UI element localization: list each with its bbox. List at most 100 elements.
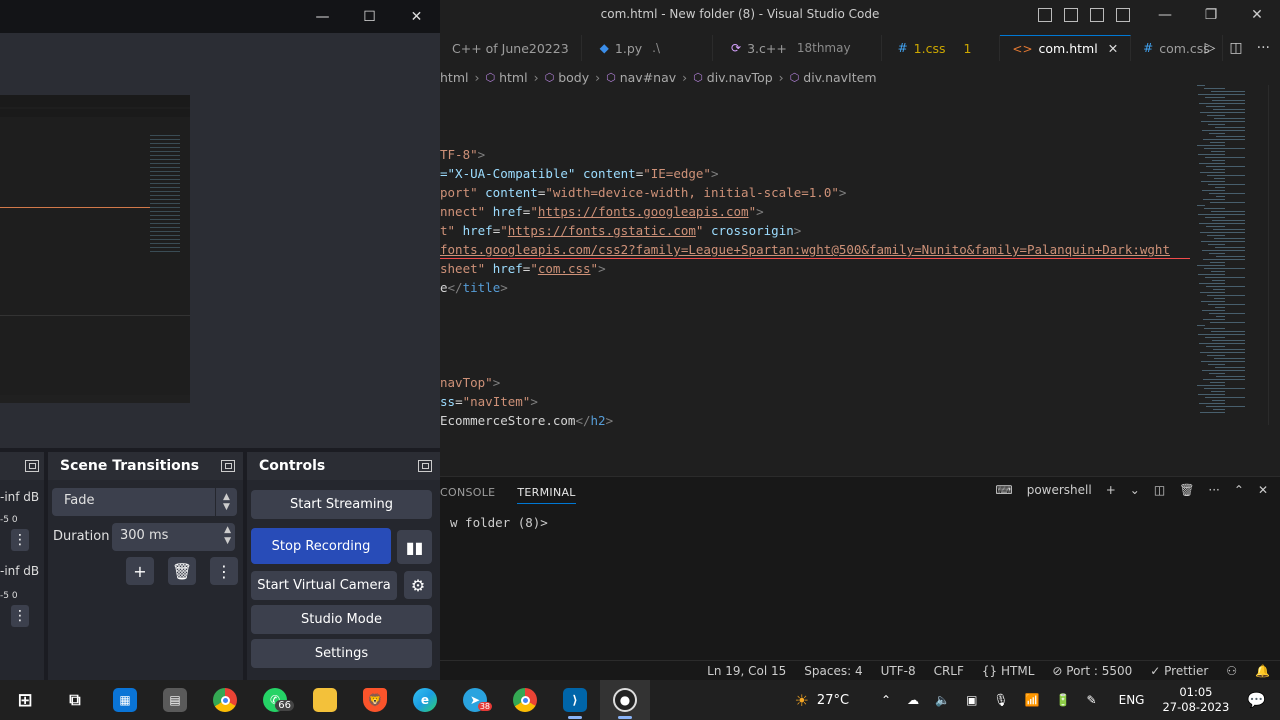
breadcrumb-item[interactable]: div.navTop <box>707 70 773 85</box>
breadcrumb-item[interactable]: html <box>499 70 527 85</box>
notifications-icon[interactable]: 🔔 <box>1255 664 1270 678</box>
more-icon[interactable]: ··· <box>1208 483 1219 497</box>
screen-icon[interactable]: ▣ <box>966 693 977 707</box>
studio-mode-button[interactable]: Studio Mode <box>251 605 432 634</box>
maximize-icon[interactable]: ☐ <box>346 0 393 33</box>
cursor-position[interactable]: Ln 19, Col 15 <box>707 664 786 678</box>
virtual-camera-settings-button[interactable]: ⚙ <box>404 571 432 599</box>
chevron-down-icon[interactable]: ⌄ <box>1130 483 1140 497</box>
chrome-profile-app[interactable] <box>500 680 550 720</box>
tab-terminal[interactable]: TERMINAL <box>517 486 576 504</box>
brave-app[interactable]: 🦁 <box>350 680 400 720</box>
line-ending[interactable]: CRLF <box>934 664 964 678</box>
toggle-sidebar-icon[interactable] <box>1038 8 1052 22</box>
breadcrumb-item[interactable]: html <box>440 70 468 85</box>
code-line[interactable]: e</title> <box>440 278 1190 297</box>
add-transition-button[interactable]: + <box>126 557 154 585</box>
wifi-icon[interactable]: 📶 <box>1025 693 1040 707</box>
pause-recording-button[interactable]: ▮▮ <box>397 530 432 564</box>
indentation[interactable]: Spaces: 4 <box>804 664 862 678</box>
language-indicator[interactable]: ENG <box>1119 693 1145 707</box>
start-streaming-button[interactable]: Start Streaming <box>251 490 432 519</box>
code-line[interactable] <box>440 316 1190 335</box>
restore-icon[interactable]: ❐ <box>1188 0 1234 30</box>
volume-icon[interactable]: 🔈 <box>935 693 950 707</box>
code-line[interactable]: EcommerceStore.com</h2> <box>440 411 1190 430</box>
close-tab-icon[interactable]: ✕ <box>1108 41 1118 56</box>
code-line[interactable]: nnect" href="https://fonts.googleapis.co… <box>440 202 1190 221</box>
undock-icon[interactable] <box>221 460 235 472</box>
new-terminal-icon[interactable]: + <box>1106 483 1116 497</box>
chrome-app[interactable] <box>200 680 250 720</box>
code-line[interactable]: TF-8"> <box>440 145 1190 164</box>
chevron-up-icon[interactable]: ⌃ <box>881 693 891 707</box>
breadcrumb-item[interactable]: div.navItem <box>803 70 876 85</box>
close-icon[interactable]: ✕ <box>393 0 440 33</box>
tab-1-py[interactable]: ◆ 1.py .\ <box>582 35 714 61</box>
run-icon[interactable]: ▷ <box>1205 40 1216 56</box>
microphone-icon[interactable]: 🎙 <box>993 693 1008 707</box>
accounts-icon[interactable]: ⚇ <box>1226 664 1237 678</box>
terminal-prompt[interactable]: w folder (8)> <box>450 515 548 530</box>
code-line[interactable]: fonts.googleapis.com/css2?family=League+… <box>440 240 1190 259</box>
start-button[interactable]: ⊞ <box>0 680 50 720</box>
code-line[interactable] <box>440 335 1190 354</box>
notifications-icon[interactable]: 💬 <box>1247 691 1266 709</box>
vscode-app[interactable]: ⟩ <box>550 680 600 720</box>
microsoft-store-app[interactable]: ▦ <box>100 680 150 720</box>
battery-icon[interactable]: 🔋 <box>1056 693 1071 707</box>
code-line[interactable]: ss="navItem"> <box>440 392 1190 411</box>
close-panel-icon[interactable]: ✕ <box>1258 483 1268 497</box>
undock-icon[interactable] <box>418 460 432 472</box>
calculator-app[interactable]: ▤ <box>150 680 200 720</box>
close-icon[interactable]: ✕ <box>1234 0 1280 30</box>
breadcrumb-item[interactable]: body <box>558 70 589 85</box>
tab-com-html[interactable]: <> com.html ✕ <box>1000 35 1132 61</box>
obs-preview[interactable] <box>0 33 440 426</box>
transition-select[interactable]: Fade ▲ ▼ <box>52 488 237 516</box>
weather-temp[interactable]: 27°C <box>817 693 849 708</box>
tab-console[interactable]: CONSOLE <box>440 486 495 504</box>
code-line[interactable] <box>440 297 1190 316</box>
prettier-status[interactable]: ✓ Prettier <box>1150 664 1208 678</box>
live-server-port[interactable]: ⊘ Port : 5500 <box>1052 664 1132 678</box>
audio-1-menu-button[interactable]: ⋮ <box>11 529 29 551</box>
code-editor[interactable]: TF-8"> ="X-UA-Compatible" content="IE=edg… <box>440 145 1190 430</box>
settings-button[interactable]: Settings <box>251 639 432 668</box>
audio-2-menu-button[interactable]: ⋮ <box>11 605 29 627</box>
undock-icon[interactable] <box>25 460 39 472</box>
task-view-button[interactable]: ⧉ <box>50 680 100 720</box>
code-line[interactable] <box>440 354 1190 373</box>
language-mode[interactable]: {} HTML <box>982 664 1034 678</box>
file-explorer-app[interactable] <box>300 680 350 720</box>
code-line[interactable]: navTop"> <box>440 373 1190 392</box>
start-virtual-camera-button[interactable]: Start Virtual Camera <box>251 571 397 600</box>
duration-field[interactable]: 300 ms ▲ ▼ <box>112 523 235 551</box>
minimize-icon[interactable]: — <box>299 0 346 33</box>
trash-icon[interactable]: 🗑 <box>1179 483 1194 497</box>
toggle-panel-icon[interactable] <box>1064 8 1078 22</box>
tab-cpp-june[interactable]: C++ of June20223 <box>440 35 582 61</box>
split-terminal-icon[interactable]: ◫ <box>1154 483 1165 497</box>
split-editor-icon[interactable]: ◫ <box>1229 40 1242 56</box>
telegram-app[interactable]: ➤ 38 <box>450 680 500 720</box>
breadcrumb-item[interactable]: nav#nav <box>620 70 676 85</box>
code-line[interactable]: ="X-UA-Compatible" content="IE=edge"> <box>440 164 1190 183</box>
code-line[interactable]: sheet" href="com.css"> <box>440 259 1190 278</box>
code-line[interactable]: port" content="width=device-width, initi… <box>440 183 1190 202</box>
stepper-icon[interactable]: ▲ ▼ <box>224 525 231 547</box>
stop-recording-button[interactable]: Stop Recording <box>251 528 391 564</box>
whatsapp-app[interactable]: ✆ 66 <box>250 680 300 720</box>
clock[interactable]: 01:05 27-08-2023 <box>1162 685 1229 715</box>
remove-transition-button[interactable]: 🗑 <box>168 557 196 585</box>
customize-layout-icon[interactable] <box>1116 8 1130 22</box>
encoding[interactable]: UTF-8 <box>881 664 916 678</box>
more-actions-icon[interactable]: ··· <box>1257 40 1270 56</box>
cloud-icon[interactable]: ☁ <box>907 693 919 707</box>
obs-app[interactable]: ● <box>600 680 650 720</box>
edge-app[interactable]: e <box>400 680 450 720</box>
terminal-shell-label[interactable]: powershell <box>1027 483 1092 497</box>
transition-menu-button[interactable]: ⋮ <box>210 557 238 585</box>
toggle-secondary-sidebar-icon[interactable] <box>1090 8 1104 22</box>
pen-icon[interactable]: ✎ <box>1087 693 1097 707</box>
